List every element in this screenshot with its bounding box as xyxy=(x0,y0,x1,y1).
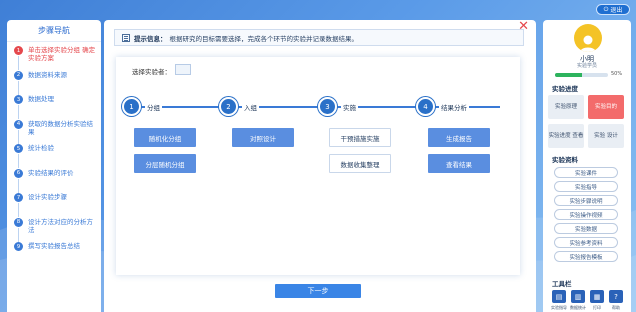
data-collection-button[interactable]: 数据收集整理 xyxy=(329,154,391,173)
tile-progress[interactable]: 实验进度 查看 xyxy=(548,124,584,148)
step-label: 设计方法对应的分析方法 xyxy=(28,217,93,234)
node-number: 3 xyxy=(318,97,337,116)
step-label: 获取的数据分析实验结果 xyxy=(28,119,93,136)
step-item-1[interactable]: 1 单击选择实验分组 确定实验方案 xyxy=(7,42,101,70)
book-icon[interactable]: ▤ xyxy=(552,290,566,303)
user-icon xyxy=(580,35,596,52)
control-design-button[interactable]: 对照设计 xyxy=(232,128,294,147)
step-label: 实验结果的评价 xyxy=(28,168,74,177)
chart-icon[interactable]: ▥ xyxy=(571,290,585,303)
step-number: 6 xyxy=(14,168,23,178)
step-number: 3 xyxy=(14,95,23,104)
select-label: 选择实验者： xyxy=(132,68,171,76)
notice-bar: 提示信息： 根据研究的目标需要选择，完成各个环节的实验并记录数据结果。 xyxy=(114,29,524,46)
step-item-7[interactable]: 7 设计实验步骤 xyxy=(7,189,101,217)
step-label: 撰写实验报告总结 xyxy=(28,242,80,250)
step-label: 单击选择实验分组 确定实验方案 xyxy=(28,46,96,62)
resource-item[interactable]: 实验参考资料 xyxy=(554,237,618,248)
progress-fill xyxy=(555,73,582,77)
node-label: 分组 xyxy=(145,101,162,112)
step-number: 8 xyxy=(14,217,23,227)
node-label: 实施 xyxy=(341,101,358,112)
flow-node-2: 2 入组 xyxy=(219,97,259,116)
generate-report-button[interactable]: 生成报告 xyxy=(428,128,490,147)
stratified-random-button[interactable]: 分层随机分组 xyxy=(134,154,196,173)
next-step-button[interactable]: 下一步 xyxy=(275,284,361,298)
resource-item[interactable]: 实验数据 xyxy=(554,223,618,234)
resource-item[interactable]: 实验指导 xyxy=(554,181,618,192)
avatar xyxy=(574,24,602,52)
document-icon xyxy=(122,33,130,42)
tile-design[interactable]: 实验 设计 xyxy=(588,124,624,148)
node-label: 入组 xyxy=(242,101,259,112)
user-role: 实验学员 xyxy=(576,63,597,69)
steps-panel: 步骤导航 1 单击选择实验分组 确定实验方案 2 数据资料来源 3 数据处理 4… xyxy=(7,20,101,312)
step-number: 9 xyxy=(14,242,23,251)
notice-label: 提示信息： xyxy=(134,34,167,43)
experiment-workspace: 选择实验者： 1 分组 2 入组 3 实施 4 结果分析 随机化分组 分层随机分… xyxy=(116,57,520,275)
step-label: 数据处理 xyxy=(28,95,54,103)
tile-purpose[interactable]: 实验目的 xyxy=(588,95,624,119)
resource-item[interactable]: 实验课件 xyxy=(554,167,618,178)
logout-button[interactable]: ⏻ 退出 xyxy=(596,4,630,15)
step-item-9[interactable]: 9 撰写实验报告总结 xyxy=(7,238,101,263)
logout-label: 退出 xyxy=(610,7,623,14)
section-title-tools: 工具栏 xyxy=(552,280,572,288)
step-number: 7 xyxy=(14,193,23,202)
notice-text: 根据研究的目标需要选择，完成各个环节的实验并记录数据结果。 xyxy=(169,34,359,43)
user-panel: 小明 实验学员 50% 实验进度 实验原理 实验目的 实验进度 查看 实验 设计… xyxy=(543,20,631,312)
node-number: 2 xyxy=(219,97,238,116)
progress-text: 50% xyxy=(611,71,623,77)
resource-item[interactable]: 实验操作视频 xyxy=(554,209,618,220)
step-label: 设计实验步骤 xyxy=(28,193,67,201)
step-item-6[interactable]: 6 实验结果的评价 xyxy=(7,165,101,193)
step-item-2[interactable]: 2 数据资料来源 xyxy=(7,67,101,95)
node-number: 1 xyxy=(122,97,141,116)
step-item-8[interactable]: 8 设计方法对应的分析方法 xyxy=(7,214,101,242)
resource-item[interactable]: 实验步骤说明 xyxy=(554,195,618,206)
tool-icon-label: 实验指导 xyxy=(551,305,567,310)
section-title-quick: 实验进度 xyxy=(552,85,578,93)
resource-item[interactable]: 实验报告模板 xyxy=(554,251,618,262)
help-icon[interactable]: ? xyxy=(609,290,623,303)
view-result-button[interactable]: 查看结果 xyxy=(428,154,490,173)
printer-icon[interactable]: ▦ xyxy=(590,290,604,303)
section-title-menu: 实验资料 xyxy=(552,156,578,164)
select-input[interactable] xyxy=(175,64,191,75)
tool-icon-label: 帮助 xyxy=(612,305,620,310)
step-item-3[interactable]: 3 数据处理 xyxy=(7,91,101,119)
flow-node-3: 3 实施 xyxy=(318,97,358,116)
step-item-4[interactable]: 4 获取的数据分析实验结果 xyxy=(7,116,101,144)
randomize-button[interactable]: 随机化分组 xyxy=(134,128,196,147)
main-panel: ✕ 提示信息： 根据研究的目标需要选择，完成各个环节的实验并记录数据结果。 选择… xyxy=(104,20,536,312)
step-number: 4 xyxy=(14,119,23,129)
node-label: 结果分析 xyxy=(439,101,469,112)
tool-icon-label: 数据统计 xyxy=(570,305,586,310)
step-label: 数据资料来源 xyxy=(28,70,67,79)
step-number: 5 xyxy=(14,144,23,153)
tool-icon-label: 打印 xyxy=(593,305,601,310)
tile-principle[interactable]: 实验原理 xyxy=(548,95,584,119)
step-number: 1 xyxy=(14,46,23,55)
step-label: 统计检验 xyxy=(28,144,54,152)
intervention-button[interactable]: 干预措施实施 xyxy=(329,128,391,147)
flow-node-4: 4 结果分析 xyxy=(416,97,469,116)
step-number: 2 xyxy=(14,70,23,80)
power-icon: ⏻ xyxy=(603,5,609,13)
step-item-5[interactable]: 5 统计检验 xyxy=(7,140,101,168)
progress-bar xyxy=(555,73,608,77)
node-number: 4 xyxy=(416,97,435,116)
steps-title: 步骤导航 xyxy=(7,20,101,42)
flow-node-1: 1 分组 xyxy=(122,97,162,116)
